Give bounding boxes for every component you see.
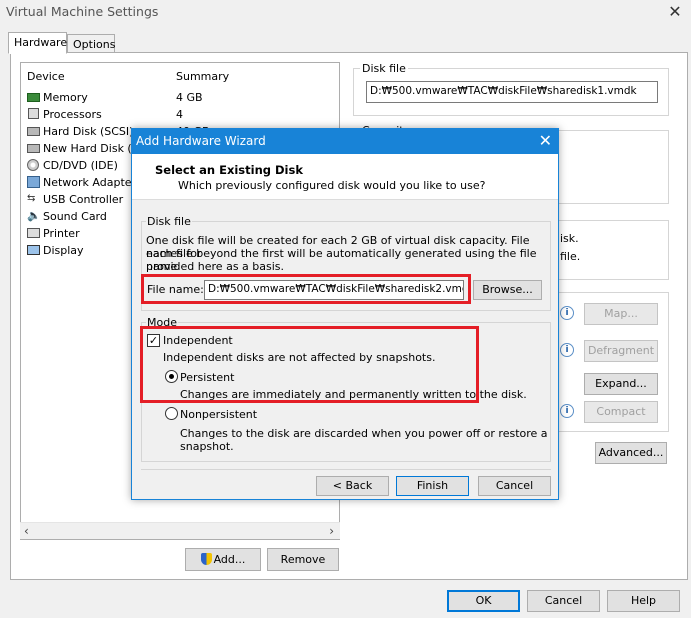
shield-icon xyxy=(200,553,212,565)
device-list-header: Device Summary xyxy=(21,63,339,87)
device-name: Processors xyxy=(43,108,102,121)
disk-info-text: isk. xyxy=(560,232,579,245)
disk-file-description: provided here as a basis. xyxy=(146,260,285,273)
device-name: Network Adapter xyxy=(43,176,137,189)
defragment-button[interactable]: Defragment xyxy=(584,340,658,362)
expand-button[interactable]: Expand... xyxy=(584,373,658,395)
wizard-titlebar: Add Hardware Wizard ✕ xyxy=(132,129,558,154)
highlight-file-name xyxy=(141,274,471,304)
advanced-button[interactable]: Advanced... xyxy=(595,442,667,464)
add-button-label: Add... xyxy=(213,553,246,566)
info-icon: i xyxy=(560,343,574,357)
device-name: Memory xyxy=(43,91,88,104)
device-name: Display xyxy=(43,244,84,257)
close-icon[interactable]: ✕ xyxy=(539,131,552,150)
device-list-scrollbar[interactable]: ‹ › xyxy=(20,522,340,539)
device-name: Sound Card xyxy=(43,210,107,223)
window-title: Virtual Machine Settings xyxy=(6,4,159,19)
sound-icon: 🔈 xyxy=(27,209,41,222)
nonpersistent-label[interactable]: Nonpersistent xyxy=(180,408,257,421)
printer-icon xyxy=(27,228,40,238)
ok-button[interactable]: OK xyxy=(447,590,520,612)
browse-button[interactable]: Browse... xyxy=(473,280,542,300)
memory-icon xyxy=(27,93,40,102)
info-icon: i xyxy=(560,306,574,320)
remove-button[interactable]: Remove xyxy=(267,548,339,571)
device-row-processors[interactable]: Processors 4 xyxy=(21,106,339,123)
wizard-disk-file-label: Disk file xyxy=(146,215,192,228)
wizard-heading: Select an Existing Disk xyxy=(155,163,303,177)
display-icon xyxy=(27,245,40,255)
nonpersistent-radio[interactable] xyxy=(165,407,178,420)
close-icon[interactable]: ✕ xyxy=(662,1,688,23)
highlight-mode xyxy=(140,326,479,403)
disk-file-label: Disk file xyxy=(360,62,408,75)
device-column-header[interactable]: Device xyxy=(27,70,65,83)
device-row-memory[interactable]: Memory 4 GB xyxy=(21,89,339,106)
cancel-button[interactable]: Cancel xyxy=(527,590,600,612)
finish-button[interactable]: Finish xyxy=(396,476,469,496)
network-icon xyxy=(27,176,40,188)
tab-hardware[interactable]: Hardware xyxy=(8,32,67,54)
cd-dvd-icon xyxy=(27,159,39,171)
device-summary: 4 GB xyxy=(176,91,203,104)
device-summary: 4 xyxy=(176,108,183,121)
device-name: USB Controller xyxy=(43,193,124,206)
info-icon: i xyxy=(560,404,574,418)
device-name: Printer xyxy=(43,227,80,240)
add-hardware-wizard-dialog: Add Hardware Wizard ✕ Select an Existing… xyxy=(131,128,559,500)
nonpersistent-description: snapshot. xyxy=(180,440,234,453)
help-button[interactable]: Help xyxy=(607,590,680,612)
scroll-left-icon[interactable]: ‹ xyxy=(24,524,29,538)
file-info-text: file. xyxy=(560,250,581,263)
add-button[interactable]: Add... xyxy=(185,548,261,571)
compact-button[interactable]: Compact xyxy=(584,401,658,423)
wizard-title: Add Hardware Wizard xyxy=(136,134,266,148)
usb-icon: ⇆ xyxy=(27,193,36,204)
wizard-subheading: Which previously configured disk would y… xyxy=(178,179,486,192)
device-name: Hard Disk (SCSI) xyxy=(43,125,134,138)
wizard-cancel-button[interactable]: Cancel xyxy=(478,476,551,496)
hard-disk-icon xyxy=(27,144,40,153)
processor-icon xyxy=(28,108,39,119)
disk-file-field[interactable]: D:₩500.vmware₩TAC₩diskFile₩sharedisk1.vm… xyxy=(366,81,658,103)
divider xyxy=(141,469,551,470)
map-button[interactable]: Map... xyxy=(584,303,658,325)
scroll-right-icon[interactable]: › xyxy=(329,524,334,538)
hard-disk-icon xyxy=(27,127,40,136)
summary-column-header[interactable]: Summary xyxy=(176,70,229,83)
nonpersistent-description: Changes to the disk are discarded when y… xyxy=(180,427,548,440)
device-name: CD/DVD (IDE) xyxy=(43,159,118,172)
tab-options[interactable]: Options xyxy=(67,34,115,54)
wizard-header: Select an Existing Disk Which previously… xyxy=(132,154,558,200)
back-button[interactable]: < Back xyxy=(316,476,389,496)
